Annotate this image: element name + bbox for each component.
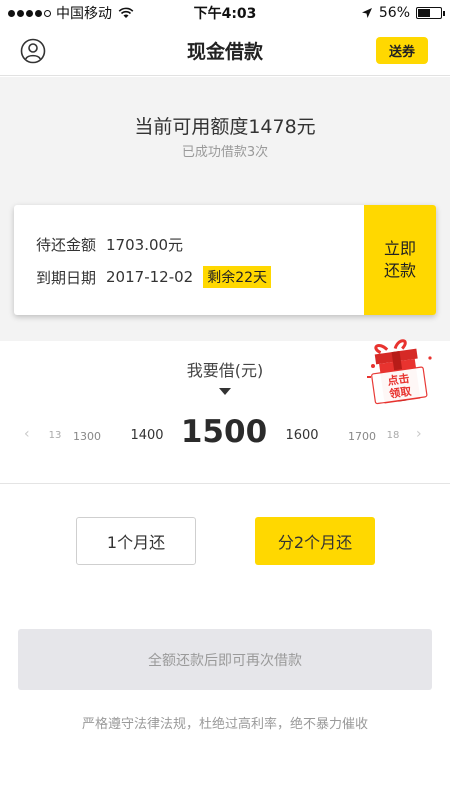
slider-left-arrow[interactable]: ‹ [24,426,30,442]
due-date-row: 到期日期 2017-12-02 剩余22天 [36,266,272,288]
wifi-icon [118,7,134,18]
footer-notice: 严格遵守法律法规，杜绝过高利率，绝不暴力催收 [81,717,368,732]
slider-tick-far-left: 13 [48,430,62,441]
slider-current-amount: 1500 [180,414,268,450]
battery-percent: 56% [378,5,410,21]
page-title: 现金借款 [186,41,263,63]
two-month-term-button[interactable]: 分2个月还 [255,517,375,565]
slider-tick-1700: 1700 [348,430,376,443]
due-date-value: 2017-12-02 [106,268,194,286]
one-month-term-button[interactable]: 1个月还 [76,517,196,565]
amount-due-value: 1703.00元 [106,236,184,254]
repayment-card: 待还金额 1703.00元 到期日期 2017-12-02 剩余22天 立即 还… [14,205,436,315]
repay-button-line2: 还款 [383,261,416,280]
repay-button-line1: 立即 [383,239,416,258]
slider-pointer-icon [219,388,231,395]
slider-right-arrow[interactable]: › [416,426,422,442]
slider-tick-1300: 1300 [73,430,101,443]
amount-due-row: 待还金额 1703.00元 [36,234,183,255]
due-date-label: 到期日期 [36,268,97,287]
battery-icon [416,7,445,19]
amount-due-label: 待还金额 [36,236,97,254]
coupon-button[interactable]: 送券 [376,37,428,64]
days-remaining-badge: 剩余22天 [203,266,272,288]
available-quota: 当前可用额度1478元 [134,116,316,138]
slider-tick-far-right: 18 [386,430,400,441]
status-bar: 中国移动 下午4:03 56% [0,0,450,26]
location-arrow-icon [361,8,372,18]
divider [0,483,450,484]
borrow-count: 已成功借款3次 [181,145,269,160]
profile-icon[interactable] [20,38,46,64]
borrow-submit-button[interactable]: 全额还款后即可再次借款 [18,629,432,690]
gift-box-icon[interactable]: 点击 领取 [364,336,438,408]
carrier-name: 中国移动 [56,6,112,22]
battery-fill [418,9,431,17]
amount-slider[interactable]: ‹ 13 1300 1400 1500 1600 1700 18 › [0,414,450,458]
cell-signal-icon [8,9,51,17]
repay-now-button[interactable]: 立即 还款 [364,205,436,315]
nav-bar: 现金借款 送券 [0,26,450,76]
slider-tick-1600: 1600 [285,428,319,443]
slider-tick-1400: 1400 [130,428,164,443]
